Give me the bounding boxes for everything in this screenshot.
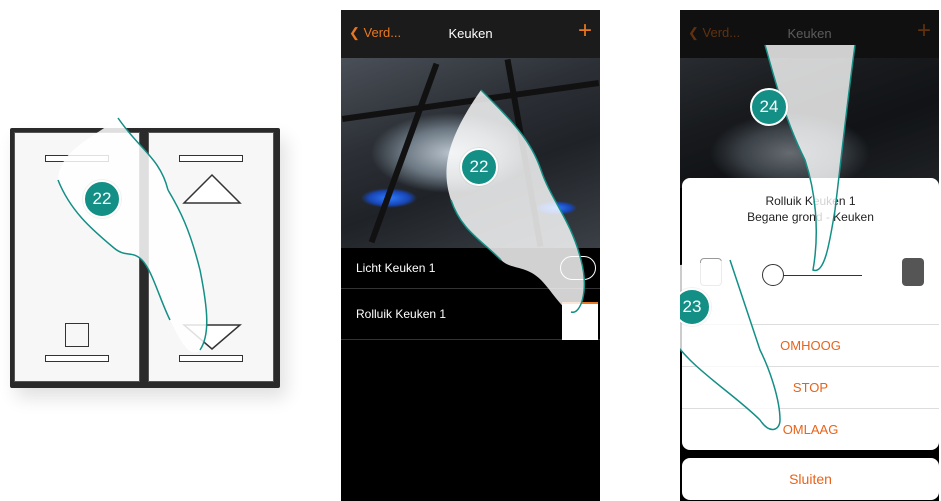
back-button-label: Verd... xyxy=(363,25,402,40)
step-number-badge: 24 xyxy=(750,88,788,126)
pointing-hand-icon xyxy=(446,89,585,313)
pointing-hand-icon xyxy=(680,259,781,431)
back-button[interactable]: ❮ Verd... xyxy=(349,25,401,41)
add-button[interactable]: + xyxy=(578,19,592,43)
phone-screen-shutter: Keuken ❮ Verd... + Rolluik Keuken 1 Bega… xyxy=(680,10,939,501)
back-button-label: Verd... xyxy=(702,25,741,40)
nav-bar: Keuken ❮ Verd... + xyxy=(341,10,600,58)
add-button[interactable]: + xyxy=(917,19,931,43)
close-button[interactable]: Sluiten xyxy=(682,458,939,500)
pointing-hand-icon xyxy=(57,117,208,353)
chevron-left-icon: ❮ xyxy=(688,25,699,40)
step-number-badge: 22 xyxy=(83,180,121,218)
back-button[interactable]: ❮ Verd... xyxy=(688,25,740,41)
chevron-left-icon: ❮ xyxy=(349,25,360,40)
phone-screen-room: Keuken ❮ Verd... + Licht Keuken 1 Rollui… xyxy=(341,10,600,501)
shutter-closed-icon xyxy=(902,258,924,286)
pointing-hand-icon xyxy=(764,44,856,271)
step-number-badge: 22 xyxy=(460,148,498,186)
